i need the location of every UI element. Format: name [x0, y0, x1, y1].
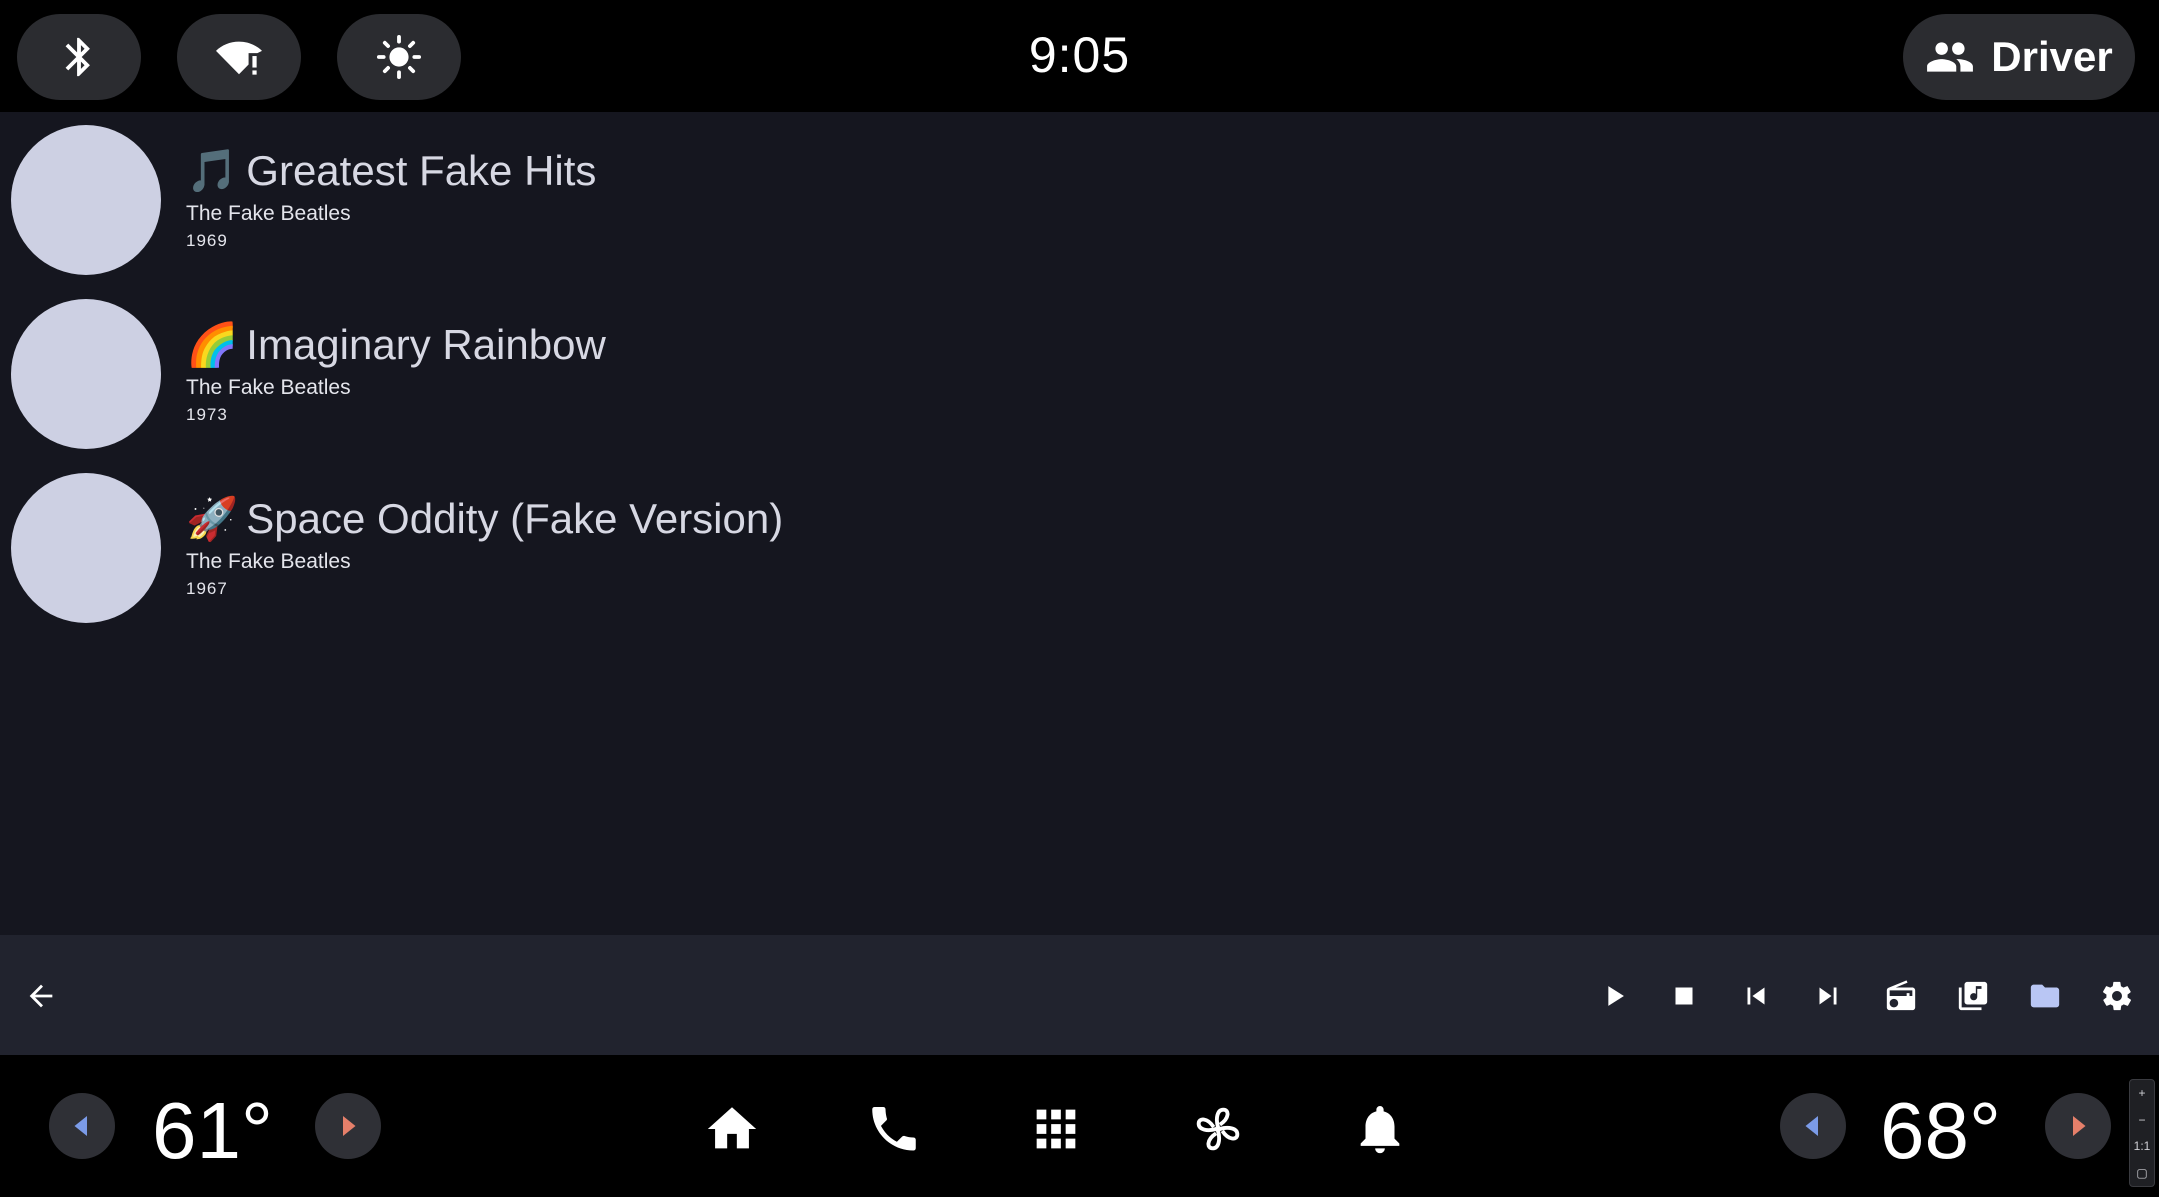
- album-year: 1967: [186, 579, 228, 598]
- zoom-in-button[interactable]: +: [2138, 1086, 2145, 1100]
- people-icon: [1927, 42, 1974, 72]
- clock: 9:05: [1028, 27, 1131, 83]
- album-title: 🚀 Space Oddity (Fake Version): [186, 494, 783, 544]
- skip-previous-icon: [1747, 987, 1765, 1005]
- album-title: 🌈 Imaginary Rainbow: [186, 320, 606, 370]
- phone-button[interactable]: [864, 1099, 924, 1159]
- album-artist: The Fake Beatles: [186, 376, 351, 399]
- album-title-text: Greatest Fake Hits: [246, 147, 597, 194]
- folder-button[interactable]: [2022, 973, 2068, 1019]
- zoom-reset-button[interactable]: 1:1: [2134, 1139, 2151, 1153]
- play-button[interactable]: [1591, 973, 1637, 1019]
- skip-previous-button[interactable]: [1733, 973, 1779, 1019]
- zoom-control[interactable]: + − 1:1 ▢: [2129, 1079, 2155, 1187]
- radio-button[interactable]: [1878, 973, 1924, 1019]
- settings-button[interactable]: [2094, 973, 2140, 1019]
- right-temperature: 68°: [1880, 1086, 2001, 1175]
- phone-icon: [872, 1107, 916, 1151]
- right-temp-decrease-button[interactable]: [1780, 1093, 1846, 1159]
- back-arrow-icon: [29, 984, 53, 1008]
- chevron-left-icon: [74, 1116, 87, 1136]
- album-year: 1973: [186, 405, 228, 424]
- left-temp-increase-button[interactable]: [315, 1093, 381, 1159]
- list-item[interactable]: 🎵 Greatest Fake Hits The Fake Beatles 196…: [0, 112, 2159, 286]
- media-control-bar: [0, 935, 2159, 1055]
- album-art: [11, 125, 161, 275]
- skip-next-button[interactable]: [1805, 973, 1851, 1019]
- rainbow-icon: 🌈: [186, 320, 239, 369]
- nav-bar: 61° 68° + − 1:1 ▢: [0, 1055, 2159, 1197]
- skip-next-icon: [1819, 987, 1837, 1005]
- library-music-button[interactable]: [1950, 973, 1996, 1019]
- fan-button[interactable]: [1188, 1099, 1248, 1159]
- album-year: 1969: [186, 231, 228, 250]
- notifications-button[interactable]: [1350, 1099, 1410, 1159]
- back-button[interactable]: [18, 973, 64, 1019]
- left-temp-decrease-button[interactable]: [49, 1093, 115, 1159]
- chevron-right-icon: [343, 1116, 356, 1136]
- chevron-left-icon: [1805, 1116, 1818, 1136]
- home-button[interactable]: [702, 1099, 762, 1159]
- album-title: 🎵 Greatest Fake Hits: [186, 146, 596, 196]
- album-art: [11, 473, 161, 623]
- list-item[interactable]: 🌈 Imaginary Rainbow The Fake Beatles 1973: [0, 286, 2159, 460]
- profile-button[interactable]: Driver: [1903, 14, 2135, 100]
- status-bar: 9:05 Driver: [0, 0, 2159, 112]
- fan-icon: [1196, 1107, 1240, 1151]
- album-art: [11, 299, 161, 449]
- home-icon: [707, 1107, 757, 1149]
- right-temp-increase-button[interactable]: [2045, 1093, 2111, 1159]
- music-note-icon: 🎵: [186, 146, 239, 195]
- list-item[interactable]: 🚀 Space Oddity (Fake Version) The Fake Be…: [0, 460, 2159, 634]
- play-icon: [1608, 986, 1624, 1006]
- stop-button[interactable]: [1661, 973, 1707, 1019]
- album-list: 🎵 Greatest Fake Hits The Fake Beatles 196…: [0, 112, 2159, 935]
- stop-icon: [1675, 987, 1693, 1005]
- left-temperature: 61°: [152, 1086, 273, 1175]
- album-artist: The Fake Beatles: [186, 550, 351, 573]
- radio-icon: [1886, 980, 1916, 1011]
- app-grid-icon: [1036, 1109, 1076, 1149]
- album-artist: The Fake Beatles: [186, 202, 351, 225]
- profile-label: Driver: [1991, 33, 2113, 80]
- folder-icon: [2030, 984, 2060, 1008]
- zoom-fit-button[interactable]: ▢: [2136, 1166, 2147, 1180]
- album-title-text: Space Oddity (Fake Version): [246, 495, 784, 542]
- album-title-text: Imaginary Rainbow: [246, 321, 606, 368]
- chevron-right-icon: [2073, 1116, 2086, 1136]
- settings-icon: [2103, 981, 2131, 1011]
- rocket-icon: 🚀: [186, 494, 239, 543]
- zoom-out-button[interactable]: −: [2138, 1113, 2145, 1127]
- app-grid-button[interactable]: [1026, 1099, 1086, 1159]
- library-music-icon: [1958, 981, 1988, 1011]
- bell-icon: [1360, 1106, 1400, 1154]
